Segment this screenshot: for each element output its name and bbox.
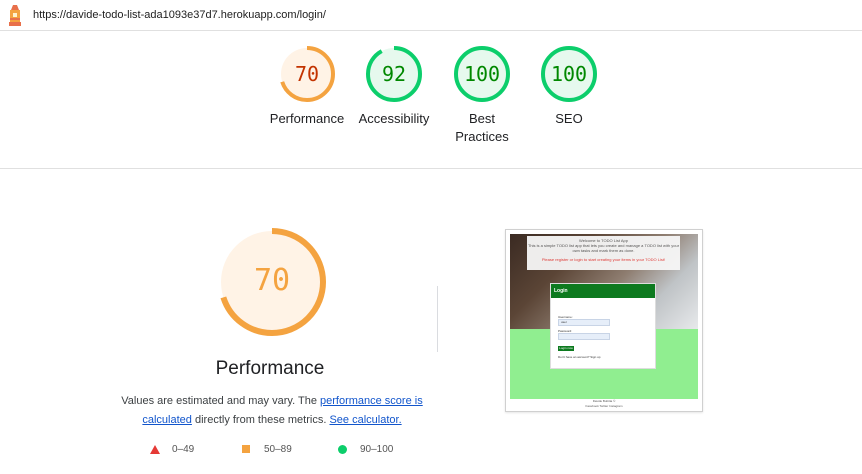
- page-url[interactable]: https://davide-todo-list-ada1093e37d7.he…: [33, 9, 326, 21]
- legend-range: 0–49: [172, 444, 195, 455]
- legend-range: 90–100: [360, 444, 394, 455]
- address-bar: https://davide-todo-list-ada1093e37d7.he…: [0, 0, 862, 31]
- gauge-score: 92: [382, 62, 406, 86]
- gauge-ring: 70: [279, 46, 335, 102]
- performance-gauge: 70: [218, 228, 326, 336]
- screenshot-username-field: user: [558, 319, 610, 326]
- gauge-ring: 100: [454, 46, 510, 102]
- red-triangle-icon: [150, 445, 160, 454]
- lighthouse-icon: [9, 5, 21, 26]
- legend-range: 50–89: [264, 444, 292, 455]
- screenshot-login-button: Login now: [558, 346, 574, 351]
- screenshot-password-field: [558, 333, 610, 340]
- screenshot-username-value: user: [561, 320, 567, 324]
- screenshot-register-text: Don't have an account? Sign up: [558, 355, 601, 359]
- gauge-label: Accessibility: [358, 111, 430, 126]
- orange-square-icon: [242, 445, 250, 453]
- gauge-score: 70: [295, 62, 319, 86]
- screenshot-banner: Welcome to TODO List App This is a simpl…: [527, 236, 680, 270]
- desc-text-1: Values are estimated and may vary. The: [121, 395, 320, 407]
- screenshot-login-card: Login Username: user Password: Login now…: [550, 283, 656, 369]
- final-screenshot-thumbnail[interactable]: Welcome to TODO List App This is a simpl…: [505, 229, 703, 412]
- performance-score: 70: [254, 263, 290, 298]
- screenshot-footer: Davide Buttitta © Facebook Twitter Insta…: [510, 399, 698, 409]
- gauge-accessibility[interactable]: 92 Accessibility: [349, 44, 439, 128]
- gauge-ring: 100: [541, 46, 597, 102]
- gauge-ring: 92: [366, 46, 422, 102]
- gauge-label: Best Practices: [455, 111, 509, 144]
- vertical-divider: [437, 286, 438, 352]
- screenshot-login-title: Login: [551, 284, 655, 298]
- gauge-label: SEO: [555, 111, 583, 126]
- gauge-best-practices[interactable]: 100 Best Practices: [437, 44, 527, 146]
- screenshot-banner-text: This is a simple TODO list app that lets…: [527, 243, 680, 253]
- gauge-label: Performance: [269, 111, 345, 126]
- screenshot-banner-cta: Please register or login to start creati…: [541, 257, 666, 262]
- desc-text-2: directly from these metrics.: [191, 414, 330, 426]
- gauge-score: 100: [464, 62, 500, 86]
- performance-title: Performance: [215, 358, 325, 379]
- gauge-score: 100: [551, 62, 587, 86]
- score-gauges: 70 Performance 92 Accessibility 100 Best Prac…: [0, 44, 862, 164]
- section-divider: [0, 168, 862, 169]
- screenshot-footer-links: Facebook Twitter Instagram: [585, 404, 623, 408]
- performance-description: Values are estimated and may vary. The p…: [120, 392, 424, 430]
- gauge-performance[interactable]: 70 Performance: [262, 44, 352, 128]
- green-circle-icon: [338, 445, 347, 454]
- gauge-seo[interactable]: 100 SEO: [524, 44, 614, 128]
- see-calculator-link[interactable]: See calculator.: [329, 414, 401, 426]
